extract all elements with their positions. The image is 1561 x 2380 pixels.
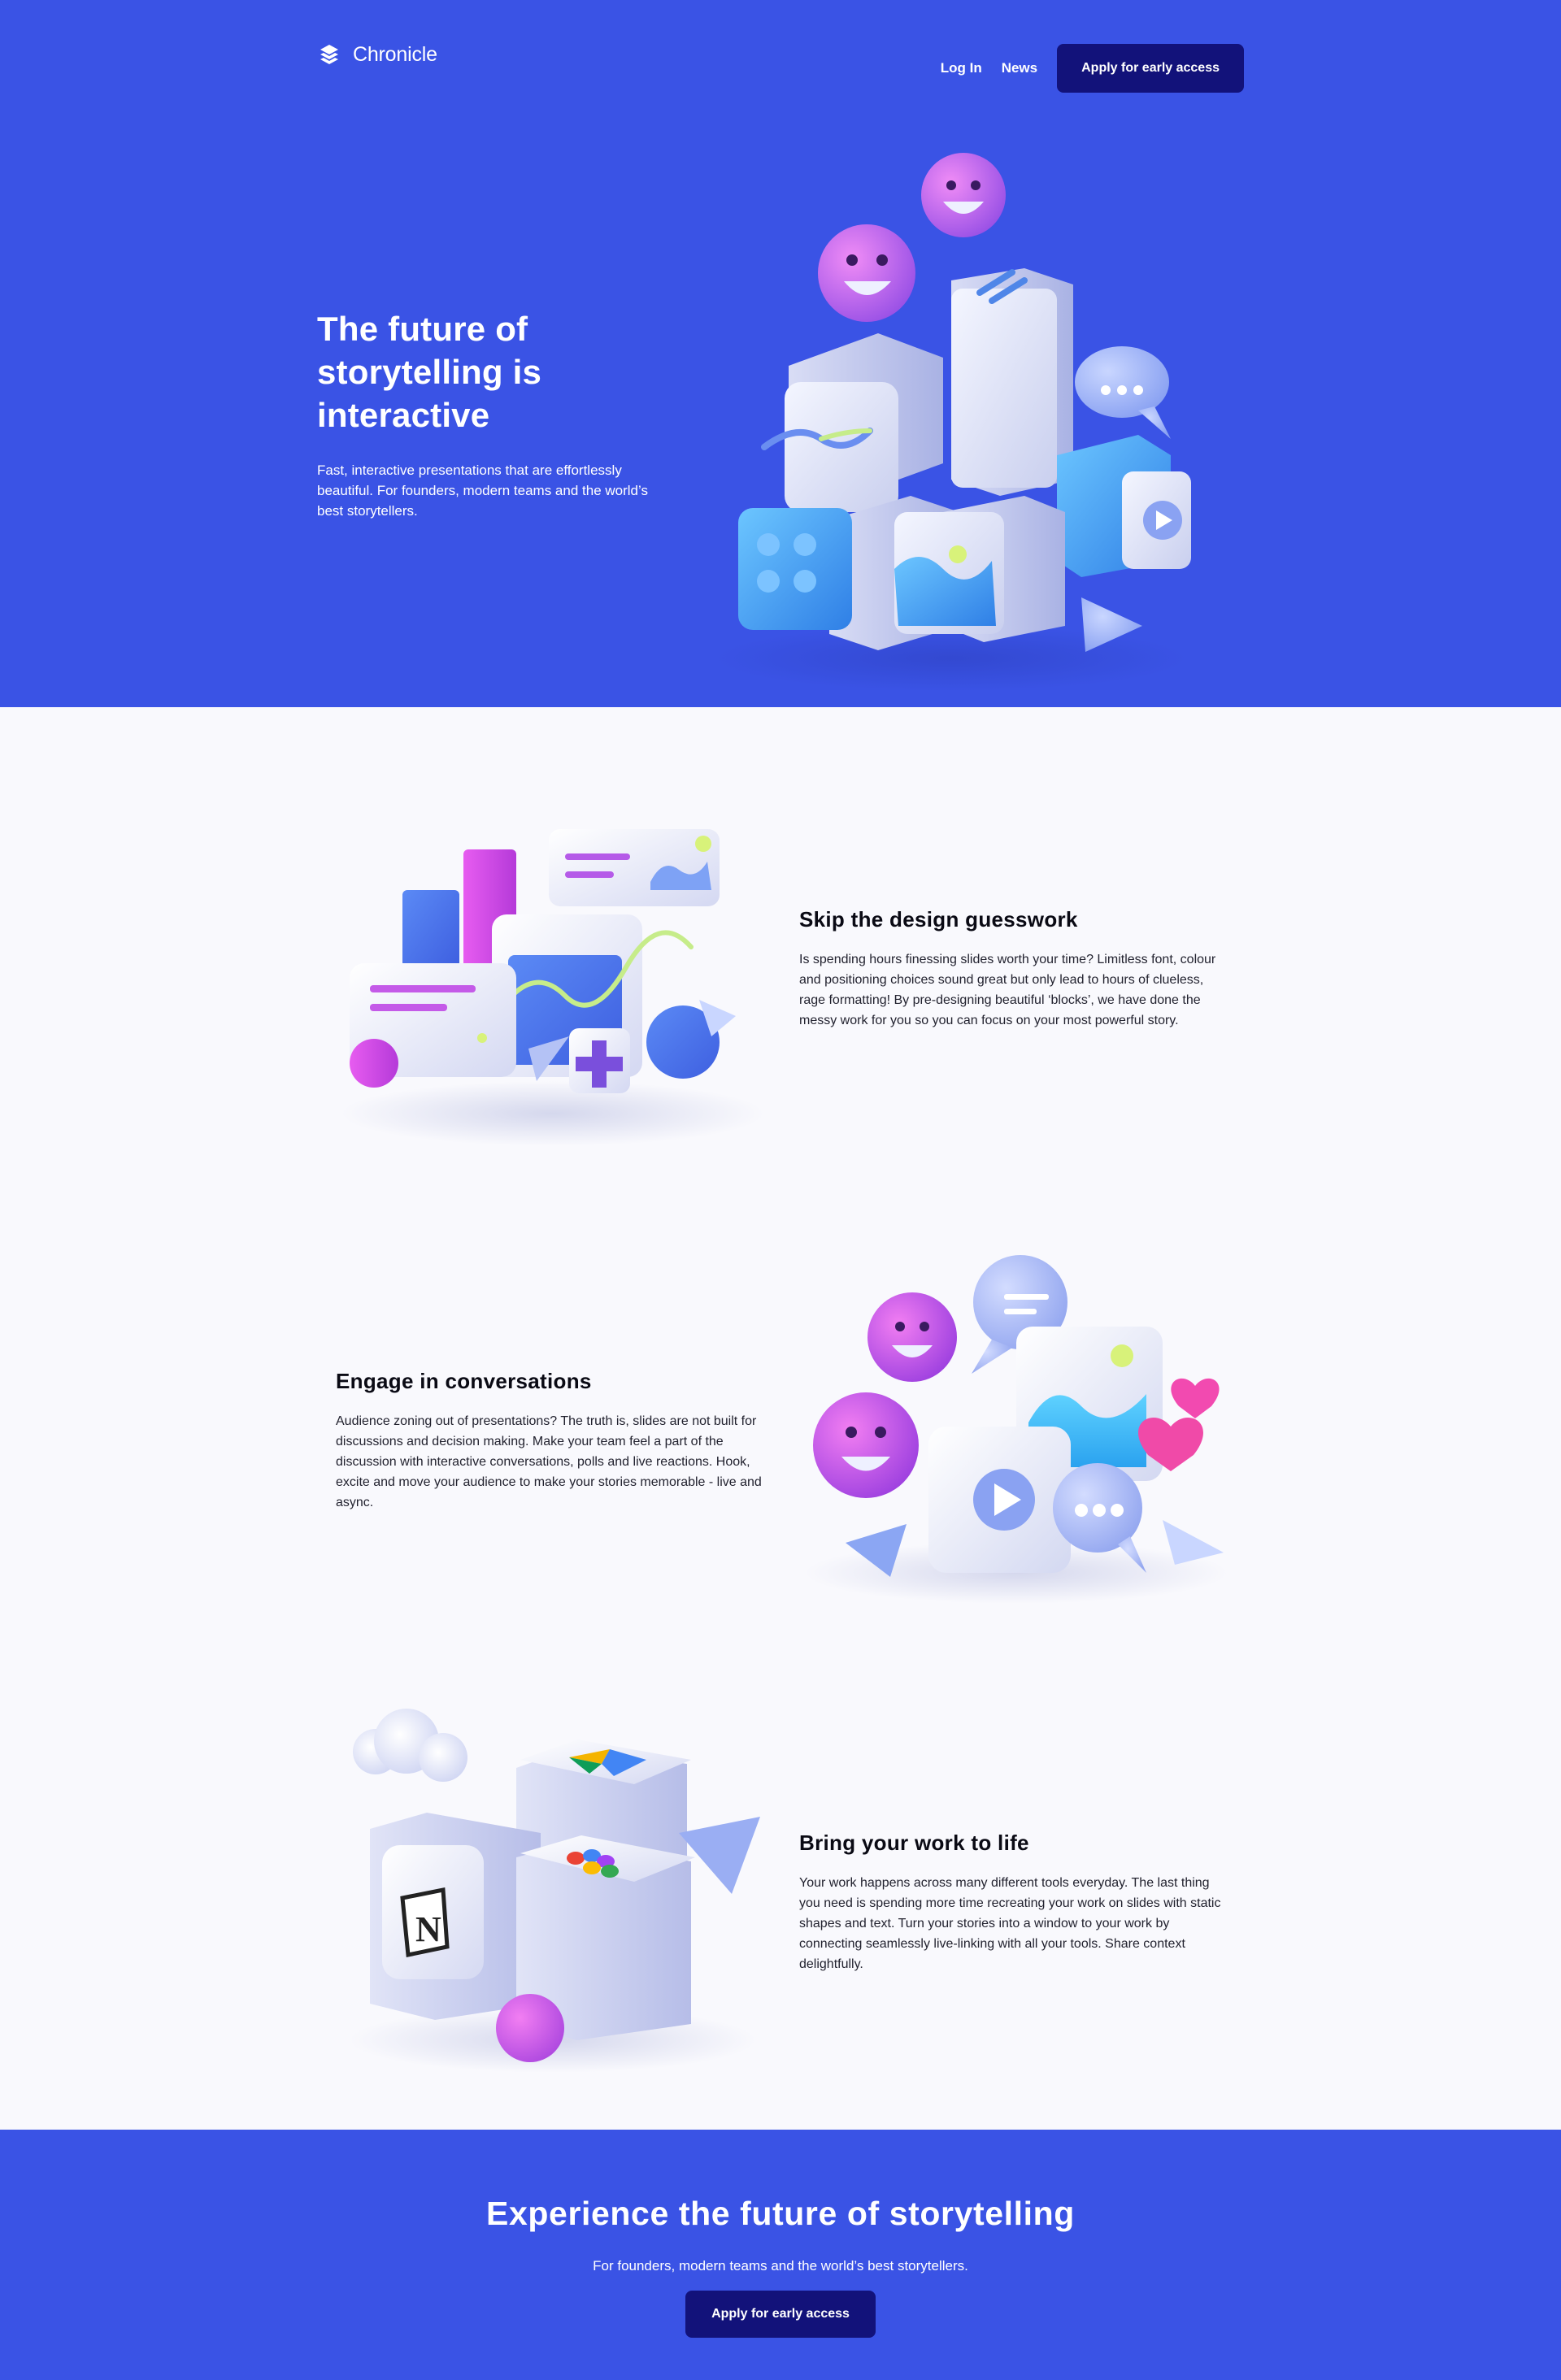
feature-text-design: Is spending hours finessing slides worth… <box>799 953 1216 1027</box>
top-nav: Log In News Apply for early access <box>941 44 1244 93</box>
news-link[interactable]: News <box>1002 60 1037 76</box>
hero-subtitle: Fast, interactive presentations that are… <box>317 463 648 519</box>
design-blocks-illustration <box>341 829 764 1146</box>
logo-link[interactable]: Chronicle <box>317 42 437 67</box>
cta-subtitle: For founders, modern teams and the world… <box>593 2258 968 2274</box>
cta-title: Experience the future of storytelling <box>486 2195 1075 2232</box>
feature-text-integrations: Your work happens across many different … <box>799 1876 1221 1971</box>
brand-name: Chronicle <box>353 42 437 66</box>
hero-title: The future of storytelling is interactiv… <box>317 310 542 434</box>
feature-title-conversations: Engage in conversations <box>336 1369 592 1393</box>
integrations-illustration: N <box>350 1709 760 2073</box>
hero-illustration <box>715 153 1191 691</box>
cta-apply-button[interactable]: Apply for early access <box>685 2291 876 2338</box>
svg-text:N: N <box>415 1909 441 1949</box>
feature-title-integrations: Bring your work to life <box>799 1831 1029 1855</box>
apply-early-access-button[interactable]: Apply for early access <box>1057 44 1244 93</box>
cta-section <box>0 2130 1561 2380</box>
chronicle-logo-icon <box>320 45 338 64</box>
conversations-illustration <box>805 1255 1228 1604</box>
feature-title-design: Skip the design guesswork <box>799 907 1078 932</box>
feature-text-conversations: Audience zoning out of presentations? Th… <box>336 1414 762 1509</box>
login-link[interactable]: Log In <box>941 60 982 76</box>
